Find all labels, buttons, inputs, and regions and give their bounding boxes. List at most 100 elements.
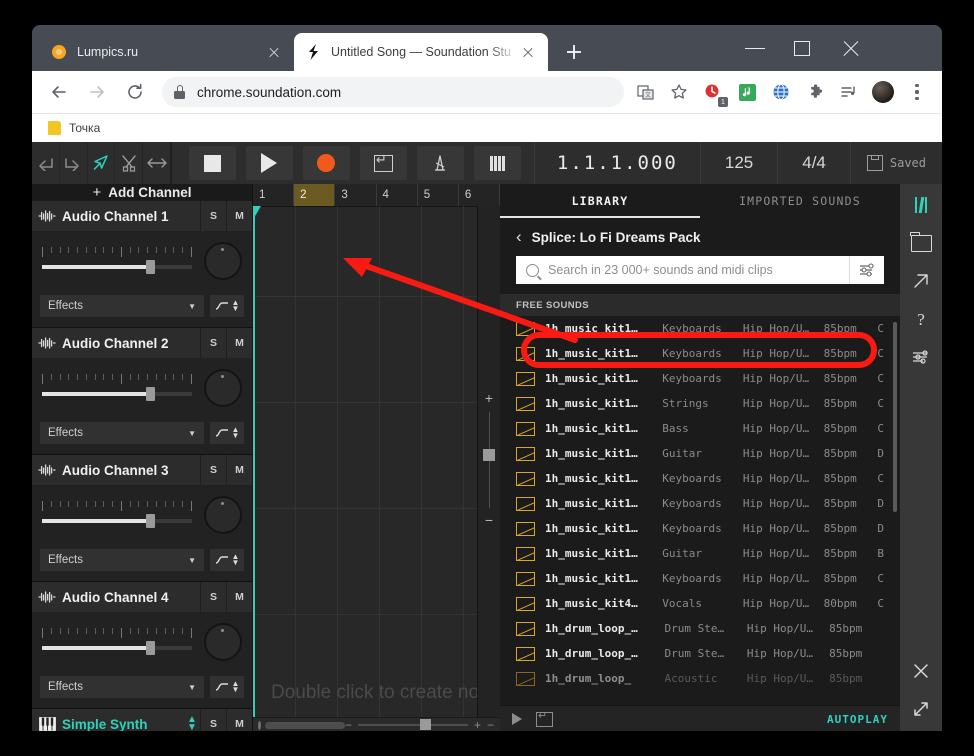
translate-icon[interactable]: 文 (631, 78, 659, 106)
time-signature[interactable]: 4/4 (777, 142, 850, 184)
puzzle-extensions-icon[interactable] (801, 78, 829, 106)
window-minimize-button[interactable] (732, 25, 778, 71)
music-extension-icon[interactable] (733, 78, 761, 106)
loop-button[interactable] (359, 146, 407, 180)
chevron-left-icon[interactable]: ‹ (516, 227, 522, 247)
effects-select[interactable]: Effects ▼ (40, 549, 204, 571)
horizontal-scrollbar[interactable]: − + − (253, 717, 500, 731)
window-maximize-button[interactable] (780, 25, 826, 71)
filter-sliders-icon[interactable] (849, 256, 884, 284)
timeline-ruler[interactable]: 1 2 3 4 5 6 (253, 184, 500, 207)
volume-fader[interactable] (42, 495, 192, 535)
pan-knob[interactable] (204, 623, 242, 661)
effects-select[interactable]: Effects ▼ (40, 422, 204, 444)
close-tab-icon[interactable] (518, 42, 538, 62)
automation-button[interactable]: ▲ ▼ (210, 295, 244, 317)
zoom-slider-handle[interactable] (419, 719, 431, 731)
redo-icon[interactable] (60, 142, 88, 184)
arrangement-view[interactable]: 1 2 3 4 5 6 Double click to create note … (253, 184, 500, 731)
ruler-bar[interactable]: 1 (253, 184, 295, 206)
automation-button[interactable]: ▲ ▼ (210, 549, 244, 571)
automation-button[interactable]: ▲ ▼ (210, 676, 244, 698)
effects-select[interactable]: Effects ▼ (40, 295, 204, 317)
preset-stepper-icon[interactable]: ▲ ▼ (184, 715, 200, 732)
ruler-bar[interactable]: 3 (335, 184, 377, 206)
save-status[interactable]: Saved (849, 142, 942, 184)
address-bar[interactable]: chrome.soundation.com (162, 77, 624, 107)
automation-button[interactable]: ▲ ▼ (210, 422, 244, 444)
zoom-slider-handle[interactable] (483, 449, 495, 461)
browser-tab-lumpics[interactable]: Lumpics.ru (40, 33, 294, 71)
scroll-dot[interactable] (258, 720, 262, 730)
mute-button[interactable]: M (226, 328, 252, 358)
forward-arrow-icon[interactable] (81, 76, 113, 108)
mute-button[interactable]: M (226, 582, 252, 612)
chrome-menu-icon[interactable] (903, 78, 931, 106)
add-channel-button[interactable]: + Add Channel (32, 184, 252, 201)
library-bars-icon[interactable] (909, 194, 933, 216)
profile-avatar[interactable] (869, 78, 897, 106)
zoom-out-button[interactable]: − (345, 718, 352, 731)
library-scrollbar[interactable] (893, 322, 897, 512)
bookmark-star-icon[interactable] (665, 78, 693, 106)
channel-header[interactable]: Audio Channel 3 S M (32, 455, 252, 485)
close-x-icon[interactable] (909, 660, 933, 682)
preview-play-icon[interactable] (512, 713, 522, 725)
record-button[interactable] (302, 146, 350, 180)
folder-icon[interactable] (909, 231, 933, 254)
sound-row[interactable]: 1h_music_kit1… Guitar Hip Hop/U… 85bpm D (500, 441, 900, 466)
piano-roll-button[interactable] (473, 146, 521, 180)
ruler-bar[interactable]: 6 (459, 184, 500, 206)
metronome-button[interactable] (416, 146, 464, 180)
channel-header[interactable]: Audio Channel 1 S M (32, 201, 252, 231)
solo-button[interactable]: S (200, 455, 226, 485)
channel-header[interactable]: Audio Channel 2 S M (32, 328, 252, 358)
zoom-reset-button[interactable]: − (487, 718, 494, 731)
scissors-tool-icon[interactable] (115, 142, 144, 184)
preview-loop-icon[interactable] (536, 709, 553, 727)
horizontal-zoom-control[interactable]: − + − (345, 718, 500, 731)
reload-icon[interactable] (119, 76, 151, 108)
autoplay-toggle[interactable]: AUTOPLAY (827, 713, 888, 726)
sound-row[interactable]: 1h_music_kit1… Keyboards Hip Hop/U… 85bp… (500, 491, 900, 516)
settings-sliders-icon[interactable] (909, 346, 933, 368)
solo-button[interactable]: S (200, 328, 226, 358)
pan-knob[interactable] (204, 496, 242, 534)
tab-imported-sounds[interactable]: IMPORTED SOUNDS (700, 184, 900, 218)
sound-row[interactable]: 1h_music_kit1… Keyboards Hip Hop/U… 85bp… (500, 316, 900, 341)
globe-extension-icon[interactable] (767, 78, 795, 106)
pan-knob[interactable] (204, 242, 242, 280)
help-question-icon[interactable]: ? (909, 308, 933, 330)
playhead-position[interactable]: 1.1.1.000 (533, 142, 700, 184)
sound-row[interactable]: 1h_music_kit1… Keyboards Hip Hop/U… 85bp… (500, 566, 900, 591)
ruler-bar-highlighted[interactable]: 2 (294, 184, 336, 206)
arrangement-grid[interactable]: Double click to create note (253, 206, 500, 731)
sound-row[interactable]: 1h_drum_loop_ Acoustic Hip Hop/U… 85bpm (500, 666, 900, 691)
back-arrow-icon[interactable] (43, 76, 75, 108)
breadcrumb[interactable]: ‹ Splice: Lo Fi Dreams Pack (500, 218, 900, 256)
undo-icon[interactable] (32, 142, 60, 184)
stop-button[interactable] (188, 146, 236, 180)
vertical-zoom-control[interactable]: + − (477, 206, 500, 731)
export-arrow-icon[interactable] (909, 270, 933, 292)
sound-row[interactable]: 1h_drum_loop_… Drum Ste… Hip Hop/U… 85bp… (500, 616, 900, 641)
mute-button[interactable]: M (226, 201, 252, 231)
zoom-out-button[interactable]: − (478, 510, 500, 530)
playlist-icon[interactable] (835, 78, 863, 106)
mute-button[interactable]: M (226, 709, 252, 731)
channel-header[interactable]: Simple Synth ▲ ▼ S M (32, 709, 252, 731)
tempo-bpm[interactable]: 125 (699, 142, 777, 184)
channel-header[interactable]: Audio Channel 4 S M (32, 582, 252, 612)
search-input[interactable]: Search in 23 000+ sounds and midi clips (516, 256, 849, 284)
resize-tool-icon[interactable] (143, 142, 172, 184)
volume-fader[interactable] (42, 622, 192, 662)
play-button[interactable] (245, 146, 293, 180)
effects-select[interactable]: Effects ▼ (40, 676, 204, 698)
expand-arrows-icon[interactable] (909, 698, 933, 720)
sound-row[interactable]: 1h_music_kit1… Strings Hip Hop/U… 85bpm … (500, 391, 900, 416)
sound-row[interactable]: 1h_music_kit4… Vocals Hip Hop/U… 80bpm C (500, 591, 900, 616)
browser-tab-soundation[interactable]: Untitled Song — Soundation Stu (294, 33, 548, 71)
mute-button[interactable]: M (226, 455, 252, 485)
ruler-bar[interactable]: 5 (418, 184, 459, 206)
bookmark-tochka[interactable]: Точка (42, 119, 106, 137)
